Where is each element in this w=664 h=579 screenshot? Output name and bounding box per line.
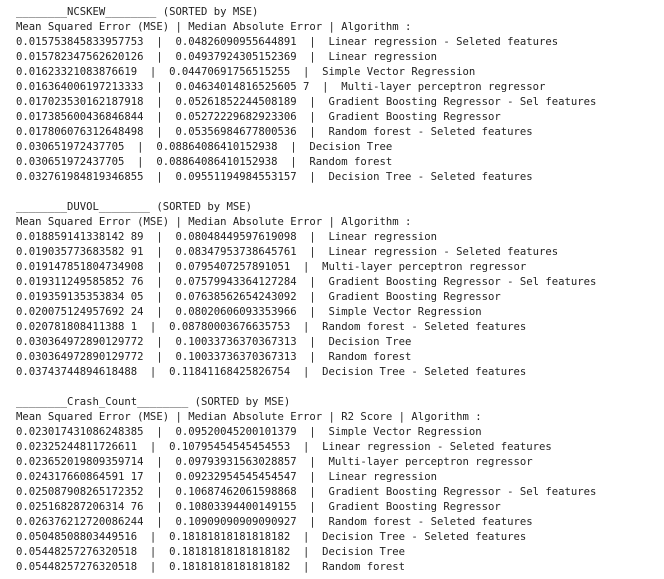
results-section-crash-count: ________Crash_Count________ (SORTED by M…: [16, 395, 664, 575]
column-header-line: Mean Squared Error (MSE) | Median Absolu…: [16, 21, 412, 33]
result-row: 0.025087908265172352 | 0.106874620615988…: [16, 486, 597, 498]
result-row: 0.016364006197213333 | 0.046340148165256…: [16, 81, 546, 93]
result-row: 0.02325244811726611 | 0.1079545454545455…: [16, 441, 552, 453]
result-row: 0.03743744894618488 | 0.1184116842582675…: [16, 366, 527, 378]
result-row: 0.017023530162187918 | 0.052618522445081…: [16, 96, 597, 108]
section-header: ________Crash_Count________ (SORTED by M…: [16, 396, 291, 408]
result-row: 0.023652019809359714 | 0.097939315630288…: [16, 456, 533, 468]
result-row: 0.032761984819346855 | 0.095511949845531…: [16, 171, 533, 183]
result-row: 0.05448257276320518 | 0.1818181818181818…: [16, 546, 406, 558]
result-row: 0.019359135353834 05 | 0.076385626542430…: [16, 291, 501, 303]
result-row: 0.019311249585852 76 | 0.075799433641272…: [16, 276, 597, 288]
result-row: 0.017385600436846844 | 0.052722296829233…: [16, 111, 501, 123]
result-row: 0.020075124957692 24 | 0.080206060933539…: [16, 306, 482, 318]
section-header: ________DUVOL________ (SORTED by MSE): [16, 201, 252, 213]
section-header: ________NCSKEW________ (SORTED by MSE): [16, 6, 259, 18]
results-section-ncskew: ________NCSKEW________ (SORTED by MSE) M…: [16, 5, 664, 185]
result-row: 0.020781808411388 1 | 0.0878000367663575…: [16, 321, 527, 333]
results-section-duvol: ________DUVOL________ (SORTED by MSE) Me…: [16, 200, 664, 380]
result-row: 0.018859141338142 89 | 0.080484495976190…: [16, 231, 437, 243]
result-row: 0.015753845833957753 | 0.048260909556448…: [16, 36, 559, 48]
result-row: 0.030651972437705 | 0.08864086410152938 …: [16, 141, 393, 153]
result-row: 0.015782347562620126 | 0.049379243051523…: [16, 51, 437, 63]
result-row: 0.05448257276320518 | 0.1818181818181818…: [16, 561, 406, 573]
result-row: 0.025168287206314 76 | 0.108033944001491…: [16, 501, 501, 513]
result-row: 0.017806076312648498 | 0.053569846778005…: [16, 126, 533, 138]
result-row: 0.05048508803449516 | 0.1818181818181818…: [16, 531, 527, 543]
column-header-line: Mean Squared Error (MSE) | Median Absolu…: [16, 411, 482, 423]
result-row: 0.019035773683582 91 | 0.083479537386457…: [16, 246, 559, 258]
result-row: 0.024317660864591 17 | 0.092329545454545…: [16, 471, 437, 483]
console-output: ________NCSKEW________ (SORTED by MSE) M…: [0, 0, 664, 575]
result-row: 0.023017431086248385 | 0.095200452001013…: [16, 426, 482, 438]
result-row: 0.030364972890129772 | 0.100337363703673…: [16, 351, 412, 363]
result-row: 0.01623321083876619 | 0.0447069175651525…: [16, 66, 476, 78]
result-row: 0.019147851804734908 | 0.079540725789105…: [16, 261, 527, 273]
column-header-line: Mean Squared Error (MSE) | Median Absolu…: [16, 216, 412, 228]
result-row: 0.026376212720086244 | 0.109090909090909…: [16, 516, 533, 528]
result-row: 0.030651972437705 | 0.08864086410152938 …: [16, 156, 393, 168]
result-row: 0.030364972890129772 | 0.100337363703673…: [16, 336, 412, 348]
